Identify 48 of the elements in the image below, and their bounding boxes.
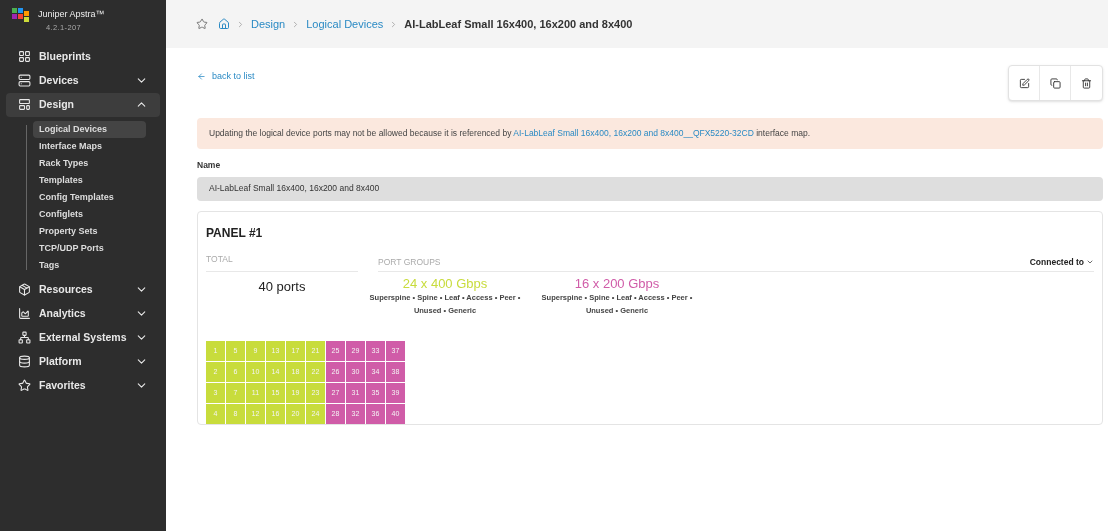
breadcrumb-link[interactable]: Design [251, 15, 286, 33]
copy-icon [1049, 77, 1061, 89]
nav-item[interactable]: External Systems [6, 325, 160, 350]
nav-subitem[interactable]: Interface Maps [33, 137, 146, 155]
port-groups-heading: PORT GROUPS [378, 256, 441, 269]
back-link[interactable]: back to list [197, 70, 255, 84]
total-ports: 40 ports [258, 277, 306, 296]
nav-subitem[interactable]: Configlets [33, 205, 146, 223]
breadcrumb-current: AI-LabLeaf Small 16x400, 16x200 and 8x400 [404, 16, 633, 32]
star-icon[interactable] [196, 18, 208, 30]
nav-subitem[interactable]: TCP/UDP Ports [33, 239, 146, 257]
network-icon [18, 331, 31, 345]
port-group-speed: 16 x 200 Gbps [574, 276, 660, 291]
name-label: Name [197, 159, 222, 172]
panel-title: PANEL #1 [206, 224, 264, 242]
nav-item[interactable]: Blueprints [6, 44, 160, 69]
interface-map-link[interactable]: AI-LabLeaf Small 16x400, 16x200 and 8x400__QFX5220-32CD [513, 128, 754, 139]
nav-item[interactable]: Platform [6, 349, 160, 374]
star-icon [18, 379, 31, 393]
nav-item[interactable]: Resources [6, 277, 160, 302]
server-icon [18, 74, 31, 88]
breadcrumb-link[interactable]: Logical Devices [306, 15, 384, 33]
package-icon [18, 283, 31, 297]
nav-item[interactable]: Favorites [6, 373, 160, 398]
connected-to-dropdown[interactable]: Connected to [1029, 256, 1094, 269]
home-icon[interactable] [218, 18, 230, 30]
trash-icon [1081, 77, 1092, 89]
nav-item[interactable]: Design [6, 92, 160, 117]
port-group-speed: 24 x 400 Gbps [402, 276, 488, 291]
warning-text: Updating the logical device ports may not be allowed because it is referenced by AI-LabLeaf Small 16x400, 16x200 and 8x400__QFX5220-32CD interface map. [209, 127, 811, 140]
layout-icon [18, 98, 31, 112]
nav-subitem[interactable]: Property Sets [33, 222, 146, 240]
chevron-right-icon [236, 19, 245, 29]
nav-item[interactable]: Devices [6, 68, 160, 93]
arrow-left-icon [197, 72, 206, 82]
nav-subitem[interactable]: Logical Devices [33, 120, 146, 138]
nav-subitem[interactable]: Tags [33, 256, 146, 274]
name-field[interactable]: AI-LabLeaf Small 16x400, 16x200 and 8x400 [197, 176, 1103, 201]
nav-subitem[interactable]: Templates [33, 171, 146, 189]
edit-icon [1018, 77, 1030, 89]
nav-subitem[interactable]: Config Templates [33, 188, 146, 206]
app-name: Juniper Apstra™ [38, 8, 105, 21]
database-icon [18, 355, 31, 369]
grid-icon [18, 50, 31, 64]
nav-subitem[interactable]: Rack Types [33, 154, 146, 172]
nav-item[interactable]: Analytics [6, 301, 160, 326]
chart-icon [18, 307, 31, 321]
total-heading: TOTAL [206, 253, 233, 264]
